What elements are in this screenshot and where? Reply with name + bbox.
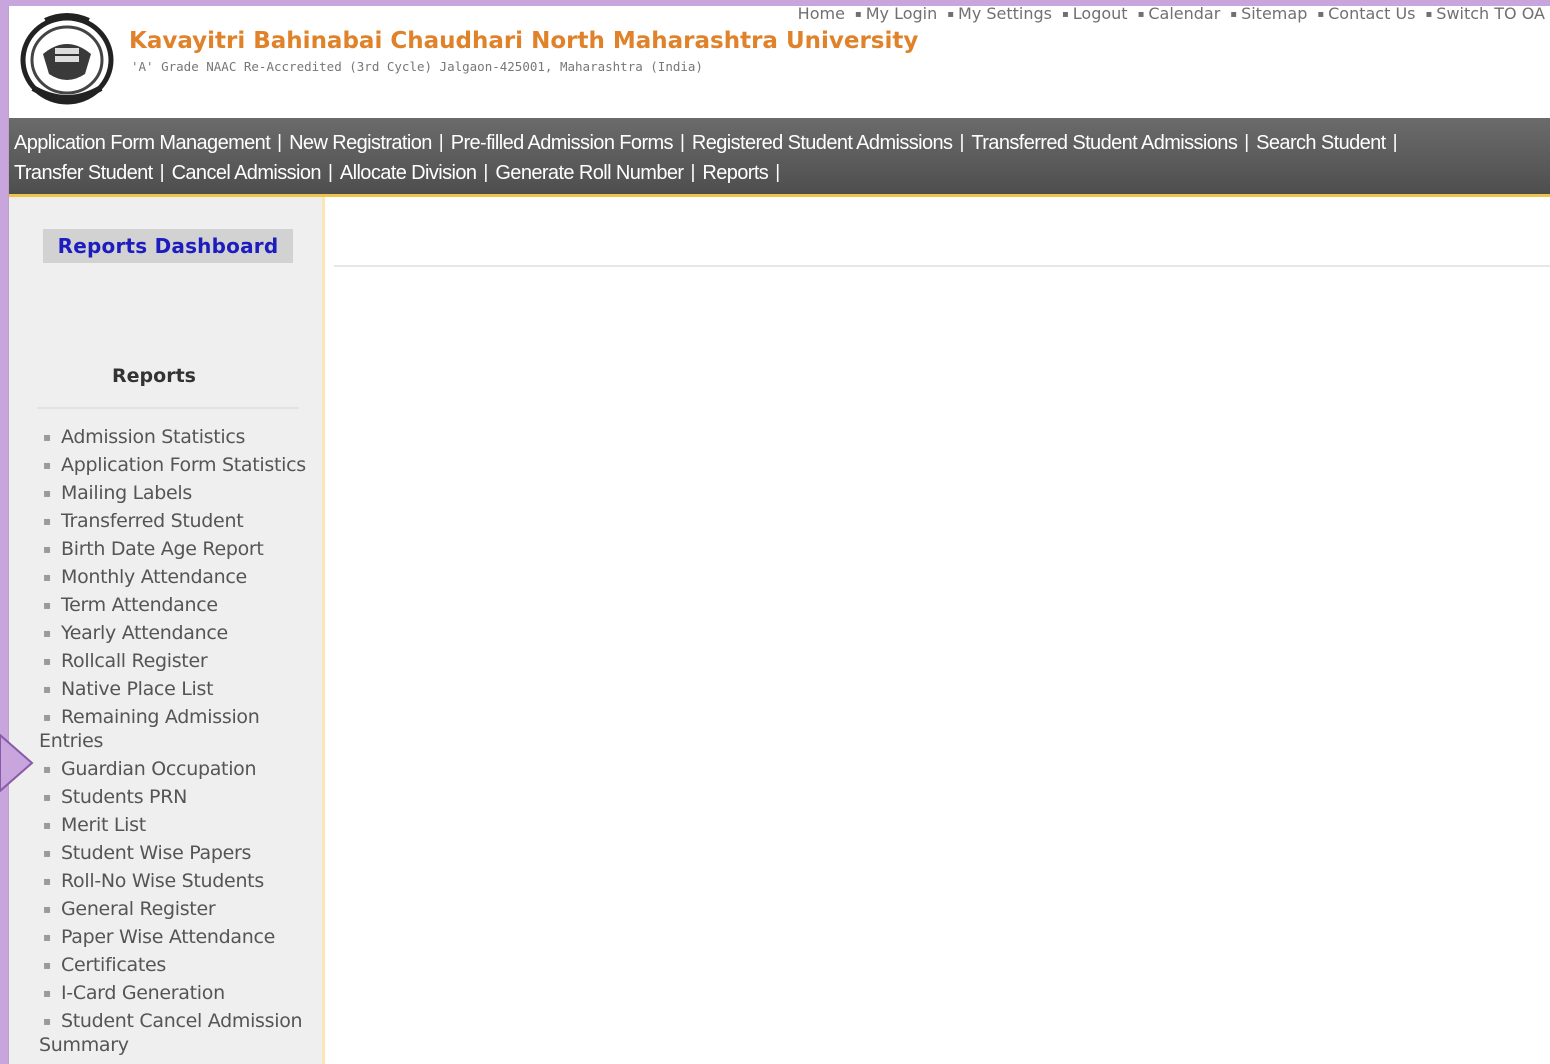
nav-generate-roll-number[interactable]: Generate Roll Number <box>495 162 684 185</box>
nav-separator: | <box>1392 132 1398 153</box>
report-list: ▪ Admission Statistics ▪ Application Form … <box>39 425 317 1061</box>
report-item-general-register[interactable]: ▪ General Register <box>39 897 317 921</box>
top-link-my-settings[interactable]: ▪ My Settings <box>947 6 1052 23</box>
nav-separator: | <box>959 132 965 153</box>
university-seal-icon[interactable] <box>15 8 119 108</box>
pointer-arrow-icon <box>0 733 34 793</box>
page-frame: Kavayitri Bahinabai Chaudhari North Maha… <box>8 6 1550 1064</box>
nav-separator: | <box>277 132 283 153</box>
university-name: Kavayitri Bahinabai Chaudhari North Maha… <box>129 28 919 54</box>
nav-application-form-management[interactable]: Application Form Management <box>14 132 271 155</box>
nav-separator: | <box>775 162 781 183</box>
nav-registered-student-admissions[interactable]: Registered Student Admissions <box>692 132 953 155</box>
nav-prefilled-admission-forms[interactable]: Pre-filled Admission Forms <box>451 132 674 155</box>
report-item-application-form-statistics[interactable]: ▪ Application Form Statistics <box>39 453 317 477</box>
reports-heading: Reports <box>112 365 196 387</box>
report-item-paper-wise-attendance[interactable]: ▪ Paper Wise Attendance <box>39 925 317 949</box>
report-item-yearly-attendance[interactable]: ▪ Yearly Attendance <box>39 621 317 645</box>
nav-search-student[interactable]: Search Student <box>1256 132 1386 155</box>
top-link-home[interactable]: ▪Home <box>798 6 845 23</box>
top-link-sitemap[interactable]: ▪ Sitemap <box>1230 6 1307 23</box>
nav-cancel-admission[interactable]: Cancel Admission <box>172 162 322 185</box>
divider <box>37 407 299 409</box>
nav-separator: | <box>690 162 696 183</box>
top-link-logout[interactable]: ▪ Logout <box>1062 6 1128 23</box>
nav-separator: | <box>1244 132 1250 153</box>
top-link-contact-us[interactable]: ▪ Contact Us <box>1317 6 1415 23</box>
report-item-students-prn[interactable]: ▪ Students PRN <box>39 785 317 809</box>
nav-separator: | <box>483 162 489 183</box>
report-item-term-attendance[interactable]: ▪ Term Attendance <box>39 593 317 617</box>
reports-dashboard-title[interactable]: Reports Dashboard <box>43 229 293 263</box>
report-item-admission-statistics[interactable]: ▪ Admission Statistics <box>39 425 317 449</box>
report-item-remaining-admission-entries[interactable]: ▪ Remaining Admission Entries <box>39 705 317 753</box>
nav-new-registration[interactable]: New Registration <box>289 132 432 155</box>
university-subtitle: 'A' Grade NAAC Re-Accredited (3rd Cycle)… <box>131 59 703 74</box>
main-nav: Application Form Management | New Regist… <box>9 118 1550 197</box>
nav-separator: | <box>679 132 685 153</box>
report-item-student-cancel-admission-summary[interactable]: ▪ Student Cancel Admission Summary <box>39 1009 317 1057</box>
nav-separator: | <box>159 162 165 183</box>
report-item-mailing-labels[interactable]: ▪ Mailing Labels <box>39 481 317 505</box>
nav-reports[interactable]: Reports <box>702 162 768 185</box>
report-item-merit-list[interactable]: ▪ Merit List <box>39 813 317 837</box>
content-divider <box>334 265 1550 267</box>
nav-allocate-division[interactable]: Allocate Division <box>340 162 477 185</box>
report-item-student-wise-papers[interactable]: ▪ Student Wise Papers <box>39 841 317 865</box>
top-link-my-login[interactable]: ▪ My Login <box>855 6 937 23</box>
top-links: ▪Home ▪My Login ▪My Settings ▪Logout ▪Ca… <box>788 6 1545 23</box>
nav-separator: | <box>327 162 333 183</box>
report-item-guardian-occupation[interactable]: ▪ Guardian Occupation <box>39 757 317 781</box>
nav-separator: | <box>438 132 444 153</box>
report-item-roll-no-wise-students[interactable]: ▪ Roll-No Wise Students <box>39 869 317 893</box>
nav-transfer-student[interactable]: Transfer Student <box>14 162 153 185</box>
nav-row-2: Transfer Student | Cancel Admission | Al… <box>14 158 1550 188</box>
top-link-switch-to-oa[interactable]: ▪ Switch TO OA <box>1426 6 1545 23</box>
report-item-rollcall-register[interactable]: ▪ Rollcall Register <box>39 649 317 673</box>
nav-transferred-student-admissions[interactable]: Transferred Student Admissions <box>971 132 1237 155</box>
report-item-transferred-student[interactable]: ▪ Transferred Student <box>39 509 317 533</box>
report-item-native-place-list[interactable]: ▪ Native Place List <box>39 677 317 701</box>
reports-sidebar: Reports Dashboard Reports ▪ Admission Sta… <box>9 197 325 1064</box>
top-link-calendar[interactable]: ▪ Calendar <box>1138 6 1221 23</box>
nav-row-1: Application Form Management | New Regist… <box>14 128 1550 158</box>
report-item-monthly-attendance[interactable]: ▪ Monthly Attendance <box>39 565 317 589</box>
report-item-i-card-generation[interactable]: ▪ I-Card Generation <box>39 981 317 1005</box>
site-header: Kavayitri Bahinabai Chaudhari North Maha… <box>9 6 1550 118</box>
report-item-birth-date-age-report[interactable]: ▪ Birth Date Age Report <box>39 537 317 561</box>
report-item-certificates[interactable]: ▪ Certificates <box>39 953 317 977</box>
